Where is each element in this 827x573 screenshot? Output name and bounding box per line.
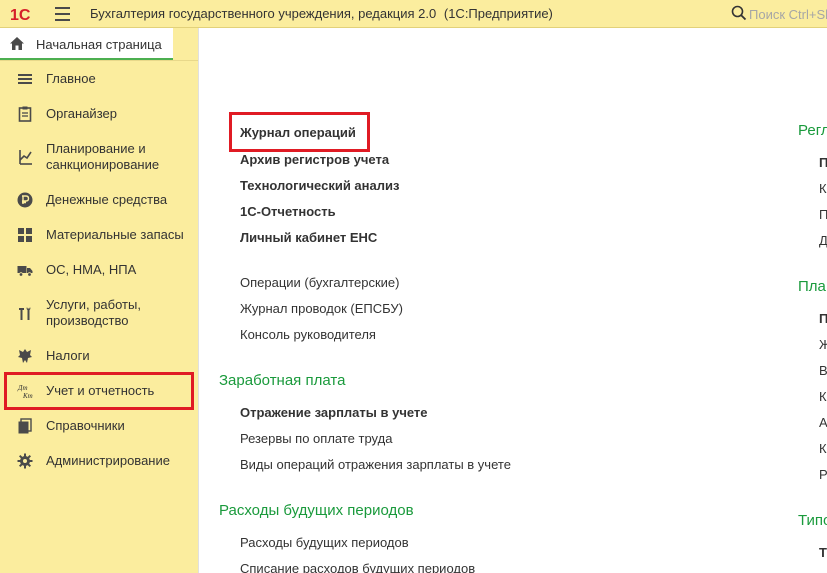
sidebar-item-taxes[interactable]: Налоги: [0, 346, 198, 366]
link-tech-analysis[interactable]: Технологический анализ: [240, 178, 399, 193]
link-deferred-writeoff[interactable]: Списание расходов будущих периодов: [240, 561, 475, 573]
search-input[interactable]: [749, 5, 827, 23]
link-deferred-expenses[interactable]: Расходы будущих периодов: [240, 535, 409, 550]
sidebar-item-label: Денежные средства: [46, 192, 168, 207]
col2-link[interactable]: А: [819, 415, 827, 430]
link-postings-journal[interactable]: Журнал проводок (ЕПСБУ): [240, 301, 403, 316]
col2-link[interactable]: К: [819, 441, 827, 456]
link-1c-reporting[interactable]: 1С-Отчетность: [240, 204, 336, 219]
sidebar-item-label: ОС, НМА, НПА: [46, 262, 137, 277]
tools-icon: [19, 307, 31, 320]
list-icon: [18, 74, 32, 84]
sidebar-item-label: Материальные запасы: [46, 227, 184, 242]
link-salary-operation-types[interactable]: Виды операций отражения зарплаты в учете: [240, 457, 511, 472]
col2-link[interactable]: К: [819, 389, 827, 404]
top-bar: 1С Бухгалтерия государственного учрежден…: [0, 0, 827, 28]
truck-icon: [17, 266, 33, 277]
link-accounting-operations[interactable]: Операции (бухгалтерские): [240, 275, 399, 290]
section-title-salary: Заработная плата: [219, 372, 346, 389]
section-title-reglament: Регл: [798, 122, 827, 139]
col2-link[interactable]: К: [819, 181, 827, 196]
sidebar-item-label: Справочники: [46, 418, 125, 433]
col2-link[interactable]: Ж: [819, 337, 827, 352]
tab-home[interactable]: Начальная страница: [0, 28, 173, 60]
sidebar-item-label: Планирование и санкционирование: [46, 141, 160, 172]
home-icon: [10, 37, 24, 50]
sidebar-item-inventory[interactable]: Материальные запасы: [0, 225, 198, 245]
col2-link[interactable]: П: [819, 311, 827, 326]
main-highlight-frame: [229, 112, 370, 152]
col2-link[interactable]: Т: [819, 545, 827, 560]
planning-icon: [19, 150, 32, 165]
col2-link[interactable]: П: [819, 207, 827, 222]
col2-link[interactable]: Р: [819, 467, 827, 482]
search-icon: [731, 5, 747, 21]
sidebar: Главное Органайзер Планирование и санкци…: [0, 60, 198, 573]
sidebar-item-organizer[interactable]: Органайзер: [0, 104, 198, 124]
main-menu-button[interactable]: [55, 7, 70, 21]
link-salary-reserves[interactable]: Резервы по оплате труда: [240, 431, 392, 446]
sidebar-item-main[interactable]: Главное: [0, 69, 198, 89]
platform-text: (1С:Предприятие): [443, 6, 553, 21]
section-title-planned: Пла: [798, 278, 826, 295]
1c-logo-icon[interactable]: 1С: [9, 5, 43, 23]
clipboard-icon: [18, 106, 32, 122]
sidebar-item-label: Услуги, работы, производство: [46, 297, 141, 328]
sidebar-item-label: Главное: [46, 71, 96, 86]
col2-link[interactable]: Д: [819, 233, 827, 248]
sidebar-item-label: Налоги: [46, 348, 90, 363]
books-icon: [18, 418, 32, 434]
sidebar-item-fixed-assets[interactable]: ОС, НМА, НПА: [0, 260, 198, 280]
gear-icon: [17, 453, 33, 469]
sidebar-highlight-frame: [4, 372, 194, 410]
link-salary-reflection[interactable]: Отражение зарплаты в учете: [240, 405, 428, 420]
sidebar-item-money[interactable]: Денежные средства: [0, 190, 198, 210]
sidebar-item-label: Органайзер: [46, 106, 117, 121]
search-box[interactable]: [729, 3, 827, 25]
svg-text:1С: 1С: [10, 7, 31, 23]
link-registers-archive[interactable]: Архив регистров учета: [240, 152, 389, 167]
ruble-coin-icon: [17, 192, 33, 208]
link-ens-cabinet[interactable]: Личный кабинет ЕНС: [240, 230, 377, 245]
app-title: Бухгалтерия государственного учреждения,…: [90, 6, 553, 21]
grid-icon: [18, 228, 32, 242]
sidebar-item-references[interactable]: Справочники: [0, 416, 198, 436]
sidebar-item-services[interactable]: Услуги, работы, производство: [0, 295, 198, 331]
sidebar-item-planning[interactable]: Планирование и санкционирование: [0, 139, 198, 175]
col2-link[interactable]: В: [819, 363, 827, 378]
link-manager-console[interactable]: Консоль руководителя: [240, 327, 376, 342]
col2-link[interactable]: П: [819, 155, 827, 170]
sidebar-item-administration[interactable]: Администрирование: [0, 451, 198, 471]
section-title-typical: Типо: [798, 512, 827, 529]
app-title-text: Бухгалтерия государственного учреждения,…: [90, 6, 437, 21]
emblem-icon: [18, 349, 32, 363]
tab-home-label: Начальная страница: [36, 37, 162, 52]
section-title-deferred: Расходы будущих периодов: [219, 502, 414, 519]
sidebar-item-label: Администрирование: [46, 453, 170, 468]
